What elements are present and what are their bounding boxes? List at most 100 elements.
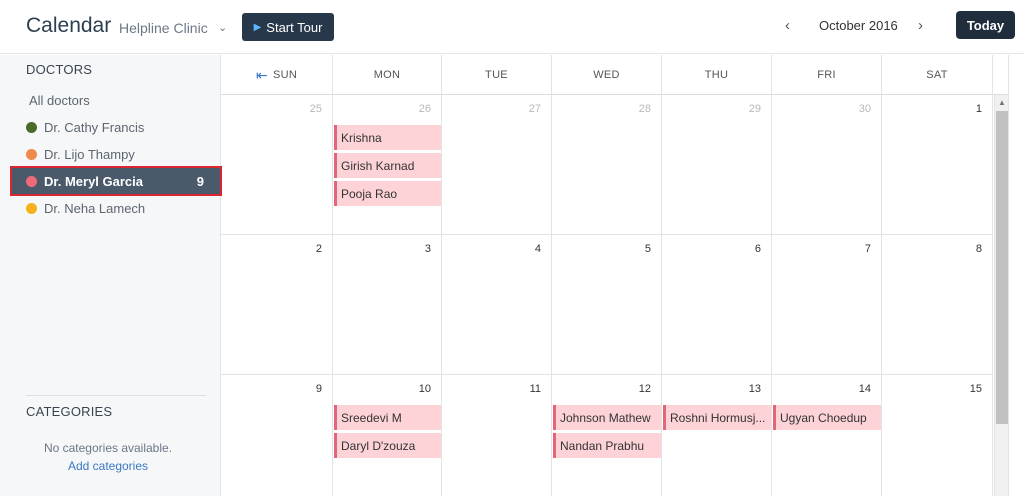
appointment-event[interactable]: Johnson Mathew [553, 405, 661, 430]
doctor-name: Dr. Cathy Francis [44, 119, 145, 135]
day-number: 28 [638, 103, 651, 115]
day-cell[interactable]: 9 [221, 375, 333, 496]
day-cell[interactable]: 4 [442, 235, 552, 375]
weekday-tue: TUE [442, 55, 552, 95]
appointment-event[interactable]: Roshni Hormusj... [663, 405, 771, 430]
top-header: Calendar Helpline Clinic ⌄ ▶ Start Tour … [0, 0, 1024, 54]
chevron-down-icon[interactable]: ⌄ [218, 21, 227, 34]
day-number: 29 [748, 103, 761, 115]
weekday-fri: FRI [772, 55, 882, 95]
scroll-up-icon[interactable]: ▲ [995, 95, 1009, 109]
today-button[interactable]: Today [956, 11, 1015, 39]
day-cell[interactable]: 15 [882, 375, 993, 496]
weekday-wed: WED [552, 55, 662, 95]
day-number: 14 [858, 383, 871, 395]
month-label: October 2016 [819, 18, 898, 33]
day-cell[interactable]: 14 [772, 375, 882, 496]
start-tour-button[interactable]: ▶ Start Tour [242, 13, 334, 41]
day-cell[interactable]: 13 [662, 375, 772, 496]
weekday-label: MON [373, 69, 401, 81]
doctor-color-dot-icon [26, 148, 37, 160]
appointment-event[interactable]: Girish Karnad [334, 153, 441, 178]
month-calendar: ⇤ SUN MON TUE WED THU FRI SAT 25 26 27 28 29 30 1 2 3 4 5… [221, 55, 994, 496]
day-cell[interactable]: 25 [221, 95, 333, 235]
doctor-color-dot-icon [26, 202, 37, 214]
day-cell[interactable]: 1 [882, 95, 993, 235]
next-month-icon[interactable]: › [918, 17, 923, 34]
weekday-mon: MON [333, 55, 442, 95]
day-number: 11 [529, 383, 541, 395]
day-number: 12 [638, 383, 651, 395]
weekday-label: THU [704, 69, 729, 81]
all-doctors-link[interactable]: All doctors [29, 93, 90, 108]
doctor-name: Dr. Lijo Thampy [44, 146, 135, 162]
clinic-selector[interactable]: Helpline Clinic [119, 20, 208, 36]
appointment-event[interactable]: Daryl D'zouza [334, 433, 441, 458]
day-number: 7 [864, 243, 871, 255]
day-number: 15 [969, 383, 982, 395]
page-title: Calendar [26, 14, 112, 37]
day-number: 30 [858, 103, 871, 115]
doctor-item[interactable]: Dr. Meryl Garcia 9 [10, 166, 222, 196]
day-number: 8 [975, 243, 982, 255]
doctor-color-dot-icon [26, 175, 37, 187]
weekday-label: WED [593, 69, 620, 81]
day-number: 26 [418, 103, 431, 115]
doctor-item[interactable]: Dr. Cathy Francis [12, 114, 220, 140]
day-number: 5 [644, 243, 651, 255]
appointment-event[interactable]: Pooja Rao [334, 181, 441, 206]
doctor-name: Dr. Meryl Garcia [44, 173, 143, 189]
add-categories-link[interactable]: Add categories [0, 459, 216, 473]
day-cell[interactable]: 6 [662, 235, 772, 375]
day-number: 2 [315, 243, 322, 255]
doctors-title: DOCTORS [26, 62, 93, 77]
appointment-event[interactable]: Nandan Prabhu [553, 433, 661, 458]
day-cell[interactable]: 30 [772, 95, 882, 235]
day-cell[interactable]: 11 [442, 375, 552, 496]
appointment-event[interactable]: Sreedevi M [334, 405, 441, 430]
categories-title: CATEGORIES [26, 404, 113, 419]
scrollbar-thumb[interactable] [996, 111, 1008, 424]
day-cell[interactable]: 2 [221, 235, 333, 375]
scrollbar[interactable]: ▲ [994, 95, 1008, 496]
weekday-label: FRI [817, 69, 836, 81]
day-cell[interactable]: 27 [442, 95, 552, 235]
day-cell[interactable]: 7 [772, 235, 882, 375]
appointment-event[interactable]: Krishna [334, 125, 441, 150]
weekday-header: ⇤ SUN MON TUE WED THU FRI SAT [221, 55, 994, 95]
sidebar: DOCTORS All doctors Dr. Cathy Francis Dr.… [0, 55, 222, 496]
doctor-color-dot-icon [26, 121, 37, 133]
appointment-event[interactable]: Ugyan Choedup [773, 405, 881, 430]
appointment-count-badge: 9 [196, 173, 204, 189]
day-number: 9 [315, 383, 322, 395]
day-number: 10 [418, 383, 431, 395]
day-number: 25 [309, 103, 322, 115]
weekday-label: SUN [272, 69, 298, 81]
day-cell[interactable]: 3 [333, 235, 442, 375]
weekday-sun: ⇤ SUN [221, 55, 333, 95]
previous-month-icon[interactable]: ‹ [785, 17, 790, 34]
weekday-sat: SAT [882, 55, 993, 95]
day-number: 27 [528, 103, 541, 115]
no-categories-text: No categories available. [43, 441, 173, 455]
right-edge-panel [1008, 55, 1024, 496]
day-cell[interactable]: 5 [552, 235, 662, 375]
doctor-item[interactable]: Dr. Neha Lamech [12, 195, 220, 221]
weekday-label: TUE [485, 69, 508, 81]
day-number: 4 [534, 243, 541, 255]
day-cell[interactable]: 29 [662, 95, 772, 235]
day-cell[interactable]: 8 [882, 235, 993, 375]
sidebar-divider [26, 395, 206, 396]
day-number: 13 [748, 383, 761, 395]
weekday-thu: THU [662, 55, 772, 95]
day-number: 3 [424, 243, 431, 255]
play-icon: ▶ [253, 21, 262, 33]
doctor-item[interactable]: Dr. Lijo Thampy [12, 141, 220, 167]
day-cell[interactable]: 28 [552, 95, 662, 235]
header-gap [994, 55, 1008, 95]
weekday-label: SAT [926, 69, 948, 81]
doctor-name: Dr. Neha Lamech [44, 200, 146, 216]
collapse-sidebar-icon[interactable]: ⇤ [256, 67, 268, 84]
start-tour-label: Start Tour [266, 19, 323, 35]
day-number: 6 [754, 243, 761, 255]
